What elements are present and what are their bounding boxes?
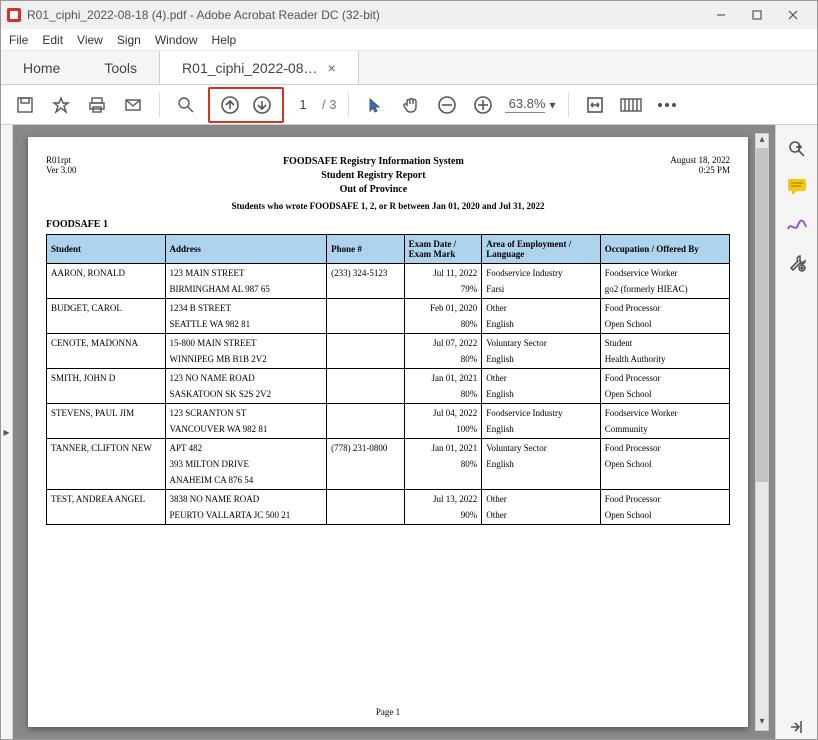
scroll-down-icon[interactable]: ▾: [756, 716, 768, 730]
menu-help[interactable]: Help: [212, 33, 237, 47]
window-title: R01_ciphi_2022-08-18 (4).pdf - Adobe Acr…: [27, 8, 703, 22]
report-title-1: FOODSAFE Registry Information System: [283, 155, 464, 169]
separator: [348, 93, 349, 117]
close-button[interactable]: [775, 1, 811, 29]
menu-file[interactable]: File: [9, 33, 28, 47]
zoom-out-icon[interactable]: [433, 91, 461, 119]
minimize-button[interactable]: [703, 1, 739, 29]
menu-view[interactable]: View: [77, 33, 103, 47]
menubar: File Edit View Sign Window Help: [1, 29, 817, 51]
tab-close-icon[interactable]: ×: [327, 60, 335, 76]
table-row: SMITH, JOHN D123 NO NAME ROADJan 01, 202…: [47, 369, 730, 404]
search-pane-icon[interactable]: [785, 137, 809, 161]
page-footer: Page 1: [28, 707, 748, 717]
scroll-up-icon[interactable]: ▴: [756, 134, 768, 148]
email-icon[interactable]: [119, 91, 147, 119]
report-date: August 18, 2022: [670, 155, 730, 165]
scroll-thumb[interactable]: [756, 148, 768, 482]
tab-tools[interactable]: Tools: [82, 51, 159, 84]
hand-tool-icon[interactable]: [397, 91, 425, 119]
col-student: Student: [47, 235, 166, 264]
more-tools-rail-icon[interactable]: [785, 251, 809, 275]
col-address: Address: [165, 235, 327, 264]
col-phone: Phone #: [327, 235, 405, 264]
tabstrip: Home Tools R01_ciphi_2022-08… ×: [1, 51, 817, 85]
report-org: R01rpt: [46, 155, 77, 165]
save-icon[interactable]: [11, 91, 39, 119]
table-row: TANNER, CLIFTON NEWAPT 482(778) 231-0800…: [47, 439, 730, 490]
tab-document-label: R01_ciphi_2022-08…: [182, 60, 317, 76]
zoom-dropdown-icon[interactable]: ▾: [549, 98, 555, 112]
vertical-scrollbar[interactable]: ▴ ▾: [755, 133, 769, 731]
more-tools-icon[interactable]: [653, 91, 681, 119]
titlebar: R01_ciphi_2022-08-18 (4).pdf - Adobe Acr…: [1, 1, 817, 29]
report-time: 0:25 PM: [670, 165, 730, 175]
table-row: BUDGET, CAROL1234 B STREETFeb 01, 2020Ot…: [47, 299, 730, 334]
next-page-icon[interactable]: [248, 91, 276, 119]
section-heading: FOODSAFE 1: [46, 219, 730, 230]
fill-sign-icon[interactable]: [785, 213, 809, 237]
zoom-in-icon[interactable]: [469, 91, 497, 119]
menu-window[interactable]: Window: [155, 33, 198, 47]
find-icon[interactable]: [172, 91, 200, 119]
prev-page-icon[interactable]: [216, 91, 244, 119]
table-row: AARON, RONALD123 MAIN STREET(233) 324-51…: [47, 264, 730, 299]
document-viewport[interactable]: R01rpt Ver 3.00 FOODSAFE Registry Inform…: [13, 125, 775, 739]
col-exam: Exam Date / Exam Mark: [404, 235, 482, 264]
report-criteria: Students who wrote FOODSAFE 1, 2, or R b…: [46, 201, 730, 211]
comment-pane-icon[interactable]: [785, 175, 809, 199]
maximize-button[interactable]: [739, 1, 775, 29]
col-occ: Occupation / Offered By: [600, 235, 729, 264]
page-nav-highlight: [208, 87, 284, 123]
separator: [159, 93, 160, 117]
zoom-level[interactable]: 63.8%: [505, 96, 545, 113]
report-title-2: Student Registry Report: [283, 169, 464, 183]
tab-document[interactable]: R01_ciphi_2022-08… ×: [159, 51, 359, 84]
table-row: TEST, ANDREA ANGEL3838 NO NAME ROADJul 1…: [47, 490, 730, 525]
fit-width-icon[interactable]: [581, 91, 609, 119]
left-pane-toggle[interactable]: ▸: [1, 125, 13, 739]
select-tool-icon[interactable]: [361, 91, 389, 119]
table-row: STEVENS, PAUL JIM123 SCRANTON STJul 04, …: [47, 404, 730, 439]
col-area: Area of Employment / Language: [482, 235, 601, 264]
menu-sign[interactable]: Sign: [117, 33, 141, 47]
print-icon[interactable]: [83, 91, 111, 119]
pdf-file-icon: [7, 8, 21, 22]
menu-edit[interactable]: Edit: [42, 33, 63, 47]
tab-home-label: Home: [23, 60, 60, 76]
collapse-rail-icon[interactable]: [785, 715, 809, 739]
read-mode-icon[interactable]: [617, 91, 645, 119]
tab-home[interactable]: Home: [1, 51, 82, 84]
report-table: Student Address Phone # Exam Date / Exam…: [46, 234, 730, 525]
report-title-3: Out of Province: [283, 183, 464, 197]
report-version: Ver 3.00: [46, 165, 77, 175]
star-icon[interactable]: [47, 91, 75, 119]
table-row: CENOTE, MADONNA15-800 MAIN STREETJul 07,…: [47, 334, 730, 369]
right-tools-rail: [775, 125, 817, 739]
pdf-page: R01rpt Ver 3.00 FOODSAFE Registry Inform…: [28, 137, 748, 727]
toolbar: 1 / 3 63.8% ▾: [1, 85, 817, 125]
page-number-input[interactable]: 1: [292, 97, 314, 112]
page-total: / 3: [322, 97, 336, 112]
separator: [568, 93, 569, 117]
workspace: ▸ R01rpt Ver 3.00 FOODSAFE Registry Info…: [1, 125, 817, 739]
tab-tools-label: Tools: [104, 60, 137, 76]
